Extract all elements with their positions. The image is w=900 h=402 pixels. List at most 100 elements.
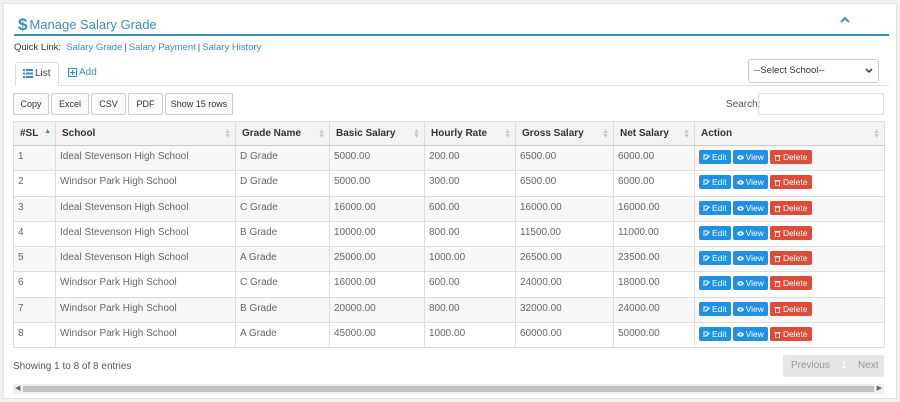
delete-button[interactable]: Delete <box>769 301 812 316</box>
edit-button[interactable]: Edit <box>699 175 731 190</box>
cell-basic-salary: 25000.00 <box>329 246 425 273</box>
quick-link-salary-payment[interactable]: Salary Payment <box>129 42 196 53</box>
table-row: 3 Ideal Stevenson High School C Grade 16000… <box>13 196 885 222</box>
sort-icon: ▲ ▼ <box>318 128 325 140</box>
cell-action: Edit View Delete <box>694 196 885 222</box>
col-net-salary[interactable]: Net Salary ▲ ▼ <box>613 121 695 146</box>
delete-button[interactable]: Delete <box>769 276 812 291</box>
view-button[interactable]: View <box>732 276 768 291</box>
view-button[interactable]: View <box>732 225 768 240</box>
edit-button[interactable]: Edit <box>699 301 731 316</box>
edit-icon <box>703 306 710 312</box>
delete-button[interactable]: Delete <box>769 225 812 240</box>
edit-button[interactable]: Edit <box>699 150 731 164</box>
cell-sl: 2 <box>13 170 56 197</box>
col-basic-salary[interactable]: Basic Salary ▲ ▼ <box>329 121 425 146</box>
cell-grade-name: B Grade <box>235 297 330 324</box>
edit-button[interactable]: Edit <box>699 276 731 291</box>
cell-hourly-rate: 800.00 <box>424 221 516 248</box>
tab-add[interactable]: Add <box>61 62 104 86</box>
previous-button[interactable]: Previous <box>791 360 830 371</box>
edit-button[interactable]: Edit <box>699 251 731 266</box>
view-button[interactable]: View <box>732 251 768 266</box>
list-icon <box>23 69 33 78</box>
delete-button[interactable]: Delete <box>769 175 812 190</box>
trash-icon <box>774 256 781 263</box>
cell-hourly-rate: 600.00 <box>424 196 516 222</box>
eye-icon <box>736 256 744 261</box>
view-button[interactable]: View <box>732 301 768 316</box>
trash-icon <box>774 306 781 314</box>
edit-icon <box>703 205 710 211</box>
cell-hourly-rate: 800.00 <box>424 297 516 324</box>
edit-icon <box>703 230 710 236</box>
delete-button[interactable]: Delete <box>769 150 812 164</box>
cell-hourly-rate: 600.00 <box>424 271 516 298</box>
cell-grade-name: D Grade <box>235 170 330 197</box>
delete-button[interactable]: Delete <box>769 200 812 215</box>
delete-button[interactable]: Delete <box>769 251 812 266</box>
tab-list[interactable]: List <box>15 62 59 86</box>
cell-basic-salary: 5000.00 <box>329 170 425 197</box>
view-button[interactable]: View <box>732 200 768 215</box>
excel-button[interactable]: Excel <box>51 93 89 115</box>
cell-grade-name: B Grade <box>235 221 330 248</box>
col-grade-name[interactable]: Grade Name ▲ ▼ <box>235 121 330 146</box>
salary-grade-table: #SL ▲ School ▲ ▼ Grade Name ▲ ▼ Basic Salary ▲… <box>13 121 885 349</box>
page-1-button[interactable]: 1 <box>841 360 847 371</box>
table-row: 8 Windsor Park High School A Grade 45000.00… <box>13 322 885 349</box>
sort-icon: ▲ ▼ <box>413 128 420 140</box>
cell-school: Windsor Park High School <box>55 170 236 197</box>
delete-button[interactable]: Delete <box>769 327 812 342</box>
col-gross-salary[interactable]: Gross Salary ▲ ▼ <box>515 121 614 146</box>
eye-icon <box>736 205 744 211</box>
view-button[interactable]: View <box>732 150 768 164</box>
cell-gross-salary: 32000.00 <box>515 297 614 324</box>
eye-icon <box>736 180 744 185</box>
sort-icon: ▲ ▼ <box>224 128 231 140</box>
search-input[interactable] <box>758 93 884 115</box>
sort-icon: ▲ ▼ <box>504 128 511 140</box>
col-hourly-rate[interactable]: Hourly Rate ▲ ▼ <box>424 121 516 146</box>
cell-net-salary: 24000.00 <box>613 297 695 324</box>
quick-link-salary-history[interactable]: Salary History <box>202 42 261 53</box>
cell-gross-salary: 26500.00 <box>515 246 614 273</box>
cell-hourly-rate: 1000.00 <box>424 246 516 273</box>
sort-icon: ▲ ▼ <box>683 128 690 140</box>
eye-icon <box>736 307 744 312</box>
view-button[interactable]: View <box>732 327 768 342</box>
eye-icon <box>736 231 744 236</box>
show-rows-button[interactable]: Show 15 rows <box>165 93 233 115</box>
scroll-right-icon[interactable]: ▶ <box>877 384 882 394</box>
csv-button[interactable]: CSV <box>91 93 126 115</box>
cell-action: Edit View Delete <box>694 221 885 248</box>
sort-asc-icon: ▲ <box>44 128 51 135</box>
next-button[interactable]: Next <box>858 360 879 371</box>
col-sl[interactable]: #SL ▲ <box>13 121 56 146</box>
col-action[interactable]: Action ▲ ▼ <box>694 121 885 146</box>
trash-icon <box>774 332 781 339</box>
cell-sl: 7 <box>13 297 56 324</box>
chevron-up-icon[interactable] <box>839 14 851 26</box>
pdf-button[interactable]: PDF <box>128 93 163 115</box>
scroll-left-icon[interactable]: ◀ <box>15 384 20 394</box>
edit-button[interactable]: Edit <box>699 225 731 240</box>
trash-icon <box>774 180 781 187</box>
eye-icon <box>736 155 744 160</box>
col-school[interactable]: School ▲ ▼ <box>55 121 236 146</box>
school-select[interactable]: --Select School-- <box>748 59 879 83</box>
cell-hourly-rate: 1000.00 <box>424 322 516 349</box>
view-button[interactable]: View <box>732 175 768 190</box>
edit-button[interactable]: Edit <box>699 200 731 215</box>
quick-link-salary-grade[interactable]: Salary Grade <box>66 42 122 53</box>
cell-net-salary: 11000.00 <box>613 221 695 248</box>
copy-button[interactable]: Copy <box>13 93 49 115</box>
table-info: Showing 1 to 8 of 8 entries <box>13 361 132 372</box>
horizontal-scrollbar[interactable]: ◀ ▶ <box>13 384 884 394</box>
scroll-thumb[interactable] <box>23 386 874 392</box>
cell-net-salary: 50000.00 <box>613 322 695 349</box>
edit-button[interactable]: Edit <box>699 327 731 342</box>
plus-box-icon <box>68 68 77 77</box>
eye-icon <box>736 281 744 287</box>
cell-basic-salary: 16000.00 <box>329 271 425 298</box>
